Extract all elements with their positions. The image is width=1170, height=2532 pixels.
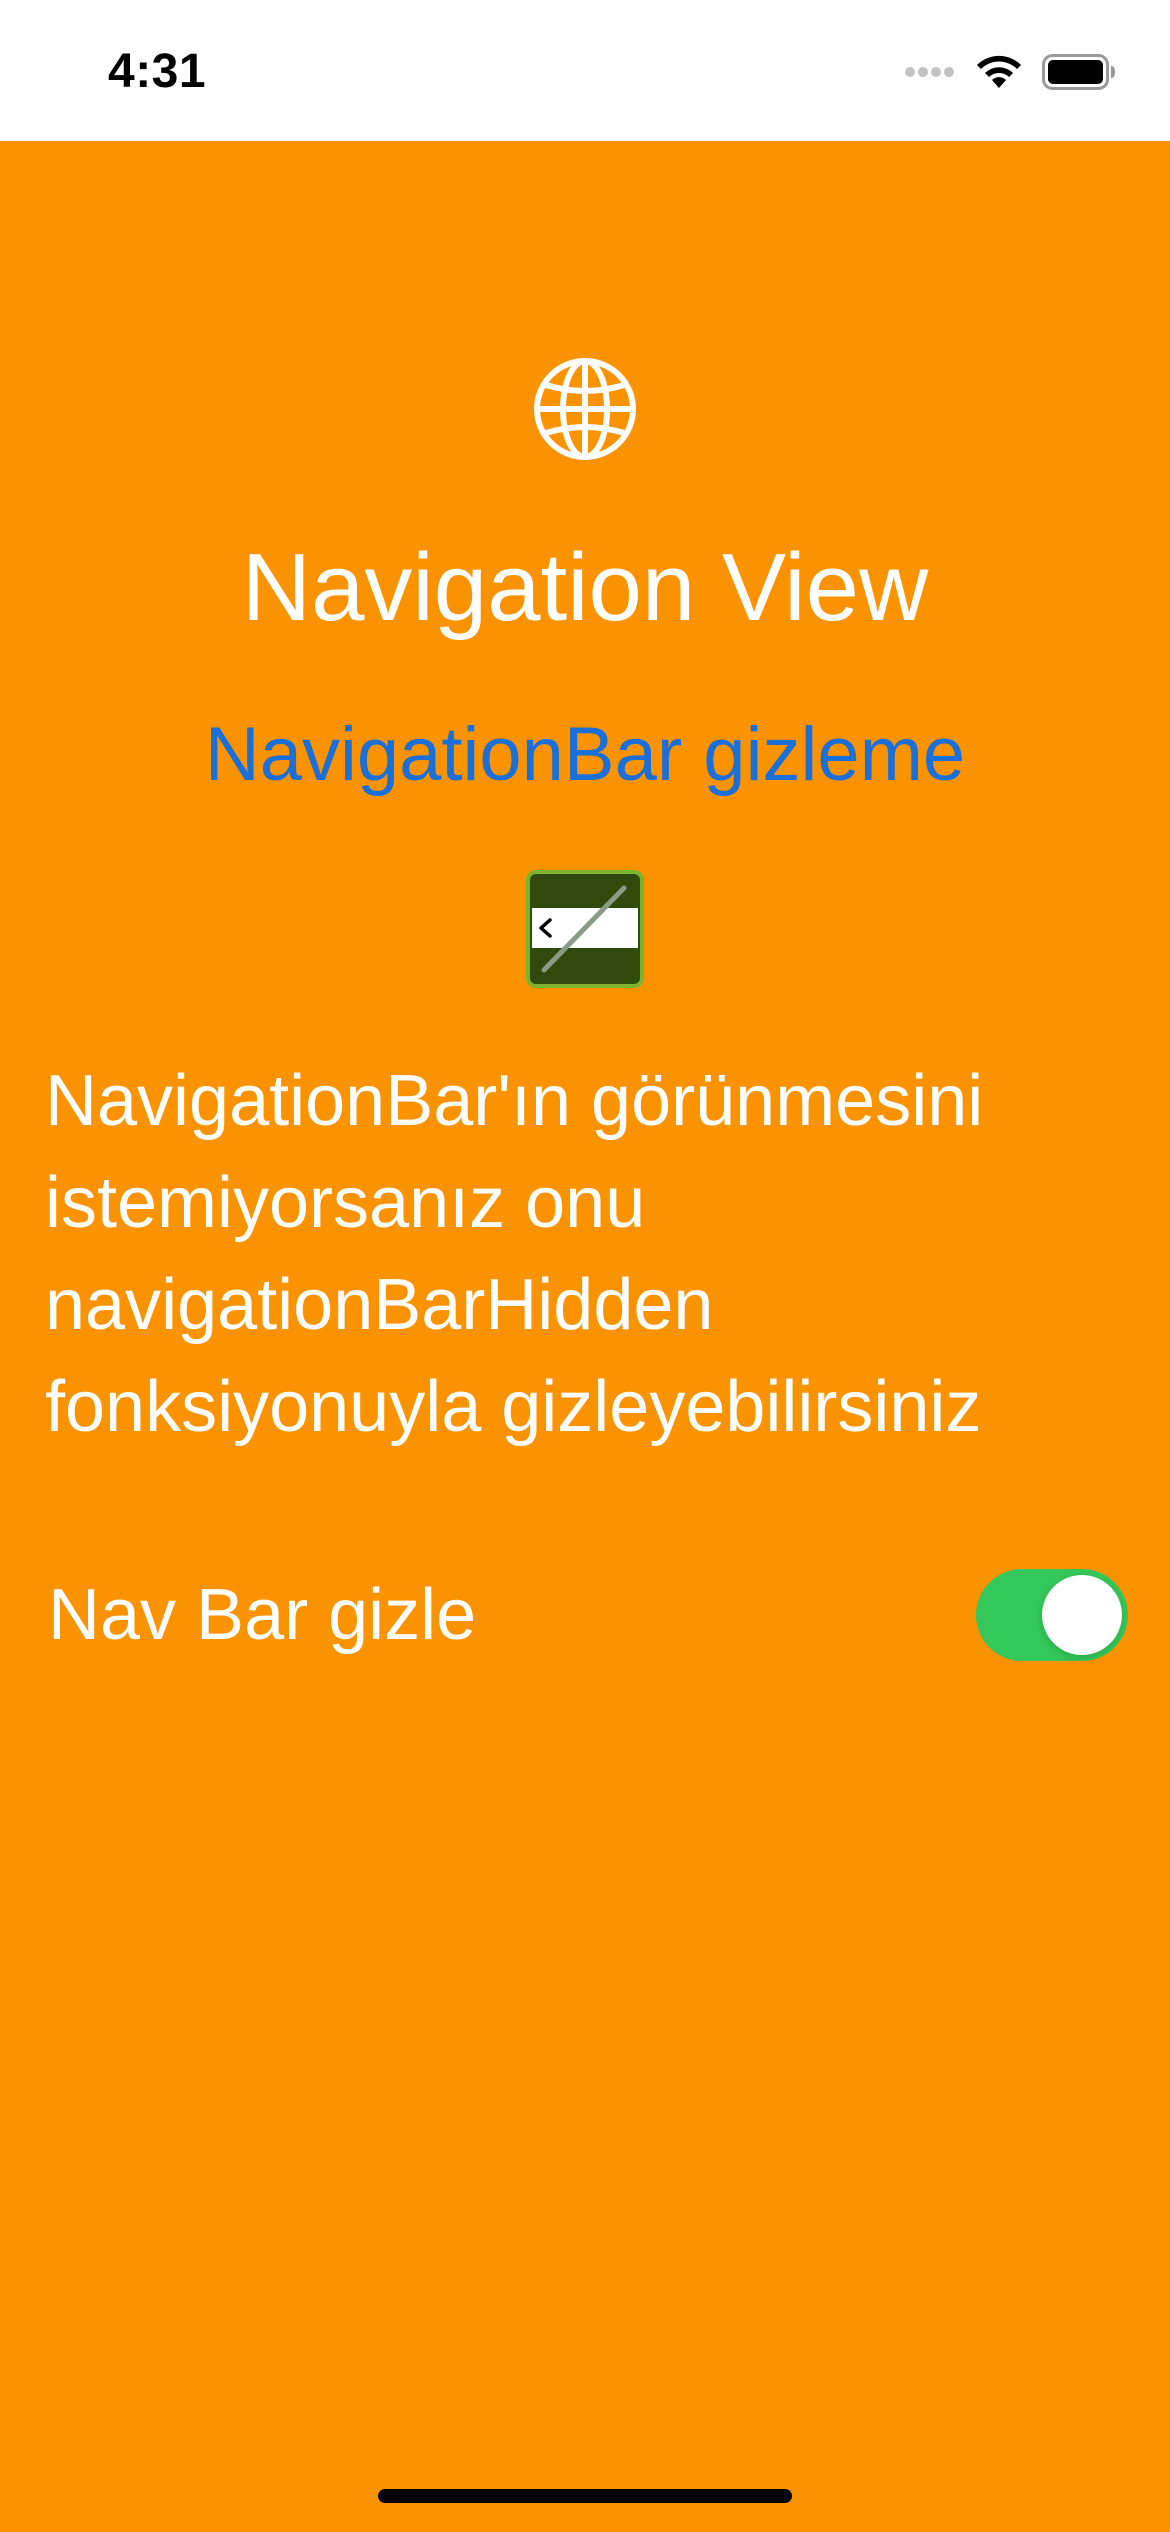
wifi-icon [977,55,1021,88]
navigationbar-hiding-link[interactable]: NavigationBar gizleme [0,710,1170,800]
toggle-knob [1042,1575,1122,1655]
navigation-bar-hidden-icon [526,870,644,988]
battery-icon [1042,54,1115,90]
toggle-label: Nav Bar gizle [48,1575,477,1655]
home-indicator[interactable] [378,2489,792,2503]
status-time: 4:31 [108,45,207,98]
nav-bar-hide-row: Nav Bar gizle [48,1565,1128,1665]
page-title: Navigation View [241,534,929,641]
signal-icon [905,67,954,77]
description-text: NavigationBar'ın görünmesini istemiyorsa… [45,1061,984,1447]
globe-icon [534,358,636,460]
status-bar: 4:31 [0,0,1170,141]
status-icons [904,52,1116,92]
nav-bar-hide-toggle[interactable] [976,1569,1128,1661]
